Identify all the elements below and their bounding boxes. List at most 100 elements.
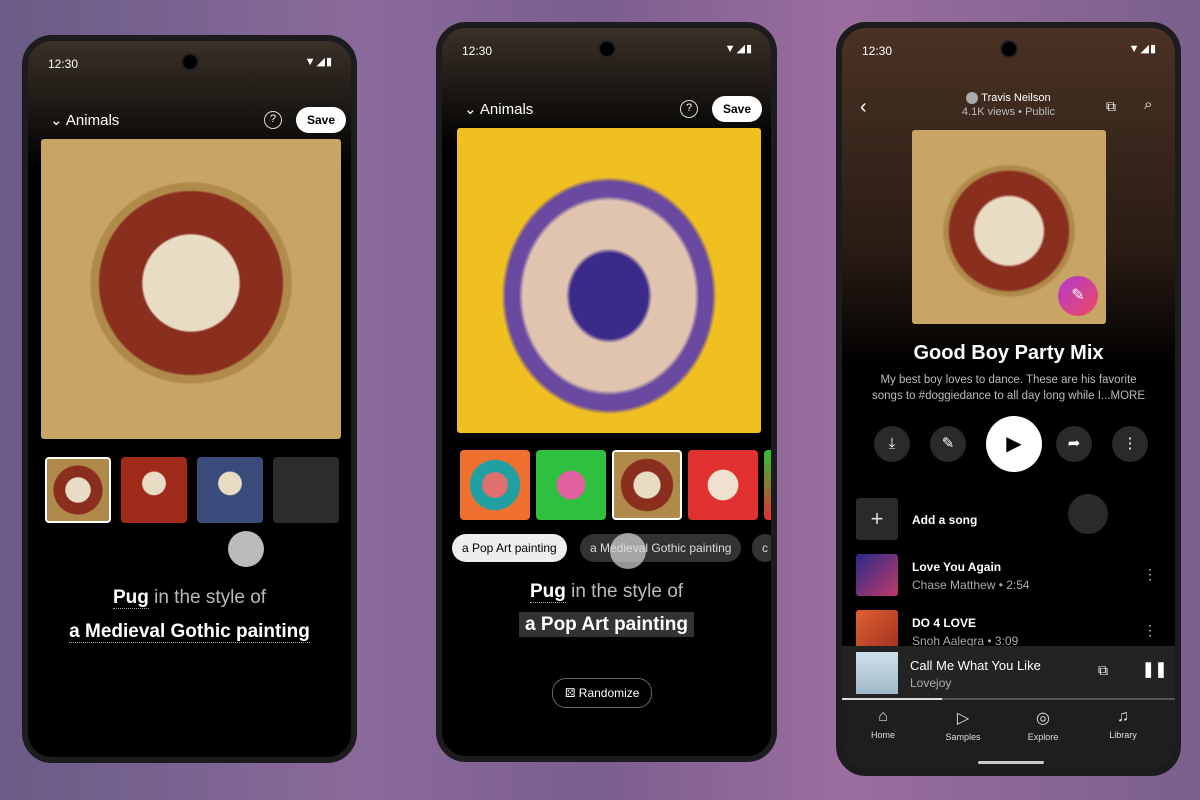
nav-label: Explore <box>1027 732 1059 742</box>
now-playing-title: Call Me What You Like <box>910 658 1041 673</box>
thumbnail-selected[interactable] <box>45 457 111 523</box>
status-time: 12:30 <box>862 44 893 58</box>
thumbnail[interactable] <box>688 450 758 520</box>
prompt-subject[interactable]: Pug <box>112 587 149 609</box>
chevron-down-icon: ⌄ <box>464 101 477 118</box>
status-time: 12:30 <box>48 57 79 71</box>
nav-library[interactable]: ♫ Library <box>1088 708 1158 740</box>
status-time: 12:30 <box>462 44 493 58</box>
collection-dropdown[interactable]: ⌄ Animals <box>50 111 119 129</box>
collection-label: Animals <box>65 112 120 129</box>
dice-icon: ⚄ <box>565 686 576 700</box>
nav-label: Samples <box>945 732 981 742</box>
cast-icon[interactable]: ⧉ <box>1098 662 1108 679</box>
collection-dropdown[interactable]: ⌄ Animals <box>464 100 533 118</box>
thumbnail[interactable] <box>460 450 530 520</box>
touch-indicator <box>610 533 646 569</box>
thumbnail[interactable] <box>764 450 771 520</box>
help-icon[interactable]: ? <box>680 100 698 118</box>
phone-2: 12:30 ▼◢▮ ⌄ Animals ? Save a Pop Art pain… <box>436 22 777 762</box>
more-vert-icon[interactable]: ⋮ <box>1143 566 1157 583</box>
style-chip[interactable]: a Medieval Gothic painting <box>580 534 742 562</box>
now-playing-artist: Lovejoy <box>910 676 952 690</box>
generated-image <box>41 139 341 439</box>
playlist-title: Good Boy Party Mix <box>913 342 1104 364</box>
save-button[interactable]: Save <box>712 96 763 122</box>
status-bar: 12:30 ▼◢▮ <box>28 41 351 81</box>
song-thumbnail <box>856 554 898 596</box>
style-chip-selected[interactable]: a Pop Art painting <box>452 534 567 562</box>
thumbnail-placeholder[interactable] <box>273 457 339 523</box>
cast-icon[interactable]: ⧉ <box>1106 98 1116 115</box>
song-title: Love You Again <box>912 560 1002 574</box>
bottom-nav: ⌂ Home ▷ Samples ◎ Explore ♫ Library <box>842 700 1175 770</box>
signal-icons: ▼◢▮ <box>1128 43 1157 55</box>
playlist-description[interactable]: My best boy loves to dance. These are hi… <box>842 372 1175 404</box>
prompt-line-2: a Medieval Gothic painting <box>28 621 351 643</box>
prompt-style[interactable]: a Medieval Gothic painting <box>69 621 310 643</box>
download-button[interactable]: ⤓ <box>874 426 910 462</box>
owner-avatar <box>966 92 979 105</box>
prompt-style[interactable]: a Pop Art painting <box>519 612 694 637</box>
search-icon[interactable]: ⌕ <box>1144 96 1152 113</box>
description-line: songs to #doggiedance to all day long wh… <box>872 390 1145 402</box>
nav-explore[interactable]: ◎ Explore <box>1008 708 1078 742</box>
camera-icon <box>999 40 1018 58</box>
save-button[interactable]: Save <box>296 107 347 133</box>
randomize-label: Randomize <box>578 686 640 700</box>
gesture-bar <box>978 761 1044 764</box>
touch-indicator <box>1068 494 1108 534</box>
phone-3: 12:30 ▼◢▮ ‹ Travis Neilson 4.1K views • P… <box>836 22 1181 776</box>
share-button[interactable]: ➦ <box>1056 426 1092 462</box>
home-icon: ⌂ <box>878 708 888 725</box>
library-icon: ♫ <box>1117 708 1129 725</box>
nav-label: Home <box>870 730 895 740</box>
generated-image <box>457 128 761 433</box>
status-bar: 12:30 ▼◢▮ <box>842 28 1175 68</box>
prompt-line-1: Pug in the style of <box>442 581 771 603</box>
compass-icon: ◎ <box>1036 710 1050 727</box>
nav-home[interactable]: ⌂ Home <box>848 708 918 740</box>
status-bar: 12:30 ▼◢▮ <box>442 28 771 68</box>
phone-1: 12:30 ▼◢▮ ⌄ Animals ? Save Pug in the sty… <box>22 35 357 763</box>
signal-icons: ▼◢▮ <box>724 43 753 55</box>
signal-icons: ▼◢▮ <box>304 56 333 68</box>
prompt-connector: in the style of <box>154 587 267 608</box>
now-playing-thumbnail <box>856 652 898 694</box>
edit-cover-button[interactable]: ✎ <box>1058 276 1098 316</box>
chevron-down-icon: ⌄ <box>50 112 63 129</box>
nav-label: Library <box>1109 730 1137 740</box>
prompt-subject[interactable]: Pug <box>529 581 566 603</box>
playlist-meta: 4.1K views • Public <box>961 106 1056 118</box>
add-song-row[interactable]: + Add a song <box>856 498 1161 542</box>
visibility-label: Public <box>1025 106 1056 118</box>
mini-player[interactable]: Call Me What You Like Lovejoy ⧉ ❚❚ <box>842 646 1175 700</box>
prompt-connector: in the style of <box>571 581 684 602</box>
owner-name: Travis Neilson <box>981 92 1051 104</box>
plus-icon: + <box>856 498 898 540</box>
thumbnail[interactable] <box>197 457 263 523</box>
help-icon[interactable]: ? <box>264 111 282 129</box>
thumbnail[interactable] <box>536 450 606 520</box>
thumbnail[interactable] <box>121 457 187 523</box>
nav-samples[interactable]: ▷ Samples <box>928 708 998 742</box>
edit-button[interactable]: ✎ <box>930 426 966 462</box>
touch-indicator <box>228 531 264 567</box>
style-chip[interactable]: c <box>752 534 771 562</box>
song-row[interactable]: Love You Again Chase Matthew • 2:54 ⋮ <box>856 554 1161 598</box>
prompt-line-1: Pug in the style of <box>28 587 351 609</box>
add-song-label: Add a song <box>912 513 978 527</box>
pause-icon[interactable]: ❚❚ <box>1142 660 1167 678</box>
playlist-owner[interactable]: Travis Neilson <box>842 92 1175 105</box>
randomize-button[interactable]: ⚄ Randomize <box>552 678 653 708</box>
views-count: 4.1K views <box>961 106 1016 118</box>
collection-label: Animals <box>479 101 534 118</box>
thumbnail-selected[interactable] <box>612 450 682 520</box>
song-title: DO 4 LOVE <box>912 616 977 630</box>
more-options-button[interactable]: ⋮ <box>1112 426 1148 462</box>
play-button[interactable]: ▶ <box>986 416 1042 472</box>
prompt-line-2: a Pop Art painting <box>442 612 771 637</box>
camera-icon <box>597 40 616 58</box>
more-vert-icon[interactable]: ⋮ <box>1143 622 1157 639</box>
song-subtitle: Chase Matthew • 2:54 <box>912 578 1030 592</box>
